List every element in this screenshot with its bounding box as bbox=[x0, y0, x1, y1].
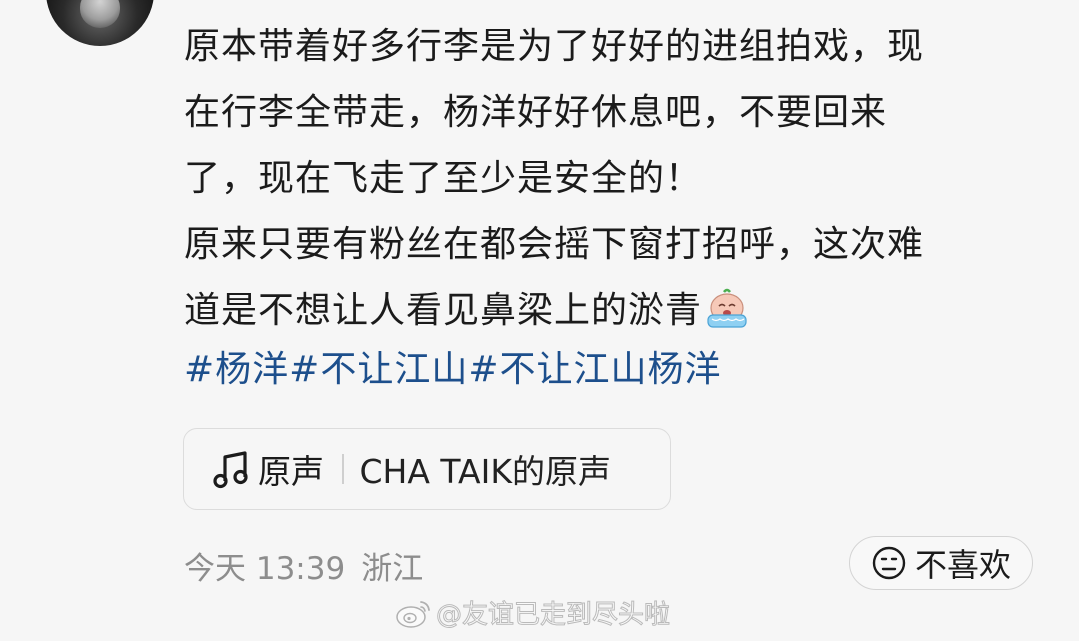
post-line: 在行李全带走，杨洋好好休息吧，不要回来 bbox=[184, 92, 888, 133]
watermark: @友谊已走到尽头啦 bbox=[394, 594, 671, 631]
post-time: 今天 13:39 bbox=[184, 551, 346, 587]
audio-label: 原声 bbox=[258, 452, 324, 491]
post-line: 了，现在飞走了至少是安全的！ bbox=[184, 158, 703, 199]
dislike-label: 不喜欢 bbox=[914, 546, 1011, 584]
post-line: 原来只要有粉丝在都会摇下窗打招呼，这次难 bbox=[184, 224, 925, 265]
avatar-face bbox=[80, 0, 120, 28]
frown-face-icon bbox=[872, 546, 906, 580]
post-body: 原本带着好多行李是为了好好的进组拍戏，现 在行李全带走，杨洋好好休息吧，不要回来… bbox=[184, 14, 1044, 344]
watermark-text: @友谊已走到尽头啦 bbox=[435, 600, 671, 631]
post-page: 原本带着好多行李是为了好好的进组拍戏，现 在行李全带走，杨洋好好休息吧，不要回来… bbox=[0, 0, 1079, 641]
audio-divider bbox=[342, 454, 344, 484]
post-line: 道是不想让人看见鼻梁上的淤青 bbox=[184, 290, 703, 331]
post-line: 原本带着好多行李是为了好好的进组拍戏，现 bbox=[184, 26, 925, 67]
hashtag-link[interactable]: #不让江山 bbox=[289, 349, 468, 390]
original-audio-card[interactable]: 原声 CHA TAIK的原声 bbox=[183, 428, 671, 510]
hashtag-link[interactable]: #杨洋 bbox=[184, 349, 289, 390]
post-line-last: 道是不想让人看见鼻梁上的淤青 bbox=[184, 278, 1044, 344]
avatar[interactable] bbox=[46, 0, 154, 46]
weibo-logo-icon bbox=[396, 600, 430, 628]
audio-track-name: CHA TAIK的原声 bbox=[359, 452, 611, 491]
post-meta: 今天 13:39 浙江 bbox=[184, 543, 423, 588]
crying-emoji-icon bbox=[704, 284, 750, 328]
hashtag-row: #杨洋#不让江山#不让江山杨洋 bbox=[184, 337, 722, 403]
music-note-icon bbox=[213, 451, 248, 489]
post-location: 浙江 bbox=[361, 551, 424, 587]
dislike-button[interactable]: 不喜欢 bbox=[849, 536, 1033, 590]
hashtag-link[interactable]: #不让江山杨洋 bbox=[468, 349, 721, 390]
